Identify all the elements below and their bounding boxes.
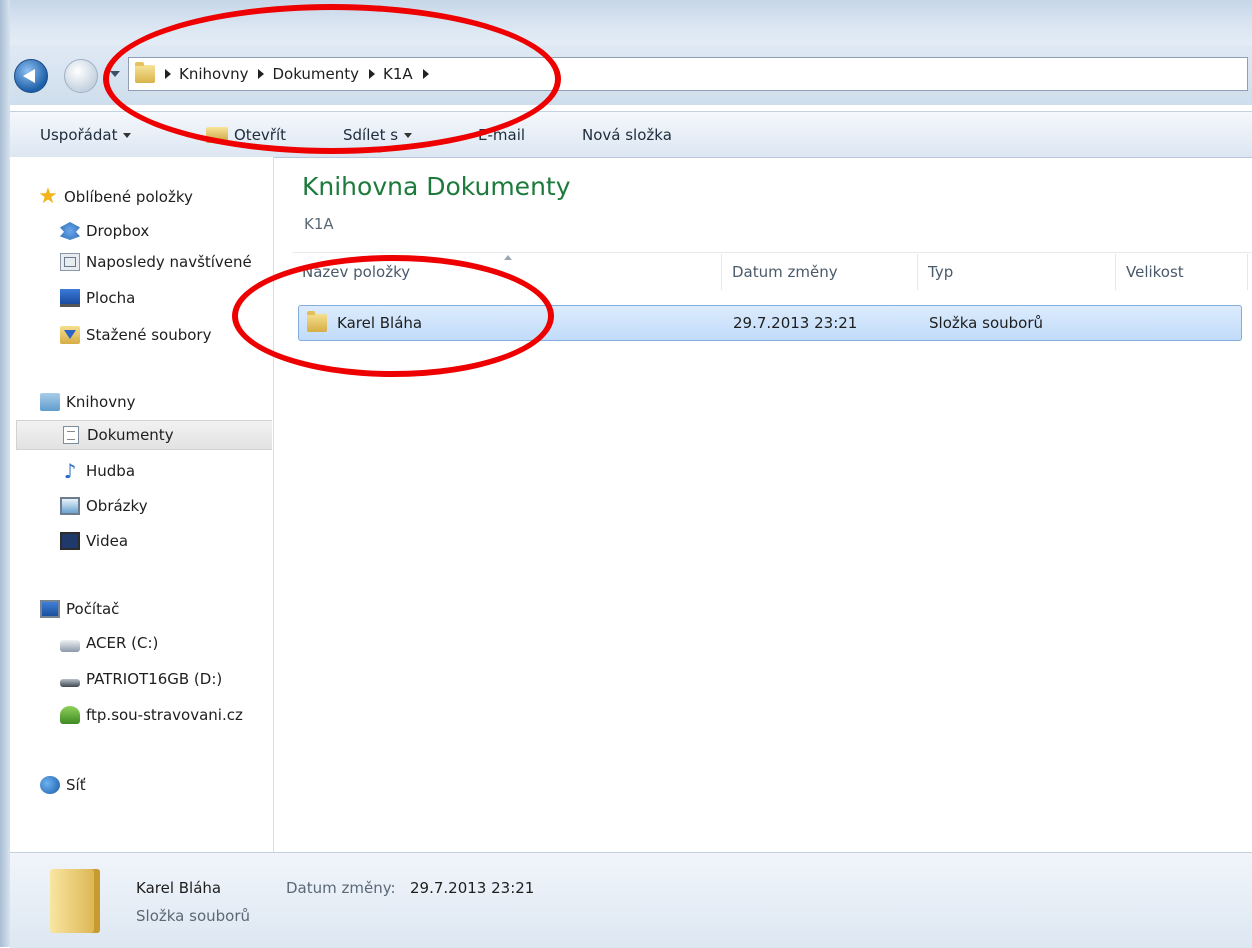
sidebar-item-usb-drive[interactable]: PATRIOT16GB (D:) (60, 664, 272, 694)
sidebar-item-label: ACER (C:) (86, 634, 159, 652)
dropbox-icon (60, 222, 80, 240)
sidebar-item-favorites[interactable]: ★ Oblíbené položky (38, 182, 193, 212)
desktop-icon (60, 289, 80, 307)
sidebar-item-network[interactable]: Síť (40, 770, 86, 800)
header-divider (292, 252, 1252, 253)
details-date-label: Datum změny: (286, 879, 396, 897)
sidebar-item-label: Naposledy navštívené (86, 253, 252, 271)
star-icon: ★ (38, 184, 58, 209)
file-date: 29.7.2013 23:21 (733, 314, 858, 332)
column-header-type[interactable]: Typ (918, 254, 1116, 290)
annotation-ellipse-folder (232, 255, 554, 377)
details-pane: Karel Bláha Složka souborů Datum změny: … (10, 852, 1252, 948)
folder-icon (50, 869, 100, 933)
library-subtitle: K1A (304, 215, 334, 233)
sidebar-item-documents[interactable]: Dokumenty (16, 420, 272, 450)
sidebar-item-label: Počítač (66, 600, 120, 618)
drive-c-icon (60, 640, 80, 652)
sidebar-item-label: ftp.sou-stravovani.cz (86, 706, 243, 724)
sidebar-item-recent-places[interactable]: Naposledy navštívené (60, 247, 272, 277)
usb-drive-icon (60, 679, 80, 687)
videos-icon (60, 532, 80, 550)
sidebar-item-label: Knihovny (66, 393, 136, 411)
forward-button[interactable] (64, 59, 98, 93)
organize-button[interactable]: Uspořádat (40, 126, 132, 144)
details-name: Karel Bláha (136, 879, 222, 897)
library-title: Knihovna Dokumenty (302, 172, 571, 201)
sidebar-item-libraries[interactable]: Knihovny (40, 387, 135, 417)
new-folder-label: Nová složka (582, 126, 672, 144)
sidebar-item-label: Dokumenty (87, 426, 174, 444)
column-header-label: Velikost (1126, 263, 1184, 281)
new-folder-button[interactable]: Nová složka (582, 126, 672, 144)
libraries-icon (40, 393, 60, 411)
sidebar-item-label: Stažené soubory (86, 326, 212, 344)
sidebar-item-computer[interactable]: Počítač (40, 594, 119, 624)
sidebar-item-drive-c[interactable]: ACER (C:) (60, 628, 272, 658)
organize-label: Uspořádat (40, 126, 118, 144)
downloads-icon (60, 326, 80, 344)
sidebar-item-label: Síť (66, 776, 86, 794)
sidebar-item-dropbox[interactable]: Dropbox (60, 216, 272, 246)
sidebar-item-pictures[interactable]: Obrázky (60, 491, 148, 521)
annotation-ellipse-address (103, 4, 561, 154)
sidebar-item-label: Oblíbené položky (64, 188, 193, 206)
computer-icon (40, 600, 60, 618)
network-icon (40, 776, 60, 794)
back-button[interactable] (14, 59, 48, 93)
music-icon: ♪ (63, 459, 77, 483)
column-header-date[interactable]: Datum změny (722, 254, 918, 290)
sidebar-item-label: Hudba (86, 462, 136, 480)
file-type: Složka souborů (929, 314, 1043, 332)
chevron-down-icon (123, 132, 132, 138)
documents-icon (63, 426, 79, 444)
pictures-icon (60, 497, 80, 515)
sidebar-item-ftp[interactable]: ftp.sou-stravovani.cz (60, 700, 272, 730)
sidebar-item-label: Dropbox (86, 222, 150, 240)
sidebar-item-videos[interactable]: Videa (60, 526, 128, 556)
recent-places-icon (60, 253, 80, 271)
sidebar-item-label: PATRIOT16GB (D:) (86, 670, 223, 688)
details-date-value: 29.7.2013 23:21 (410, 879, 535, 897)
column-header-label: Datum změny (732, 263, 838, 281)
window-left-edge (0, 0, 10, 947)
column-header-size[interactable]: Velikost (1116, 254, 1248, 290)
ftp-location-icon (60, 706, 80, 724)
sidebar-item-label: Plocha (86, 289, 136, 307)
details-type: Složka souborů (136, 907, 250, 925)
sidebar-item-music[interactable]: ♪ Hudba (60, 456, 135, 486)
column-header-label: Typ (928, 263, 954, 281)
sidebar-item-label: Obrázky (86, 497, 148, 515)
sidebar-item-label: Videa (86, 532, 129, 550)
